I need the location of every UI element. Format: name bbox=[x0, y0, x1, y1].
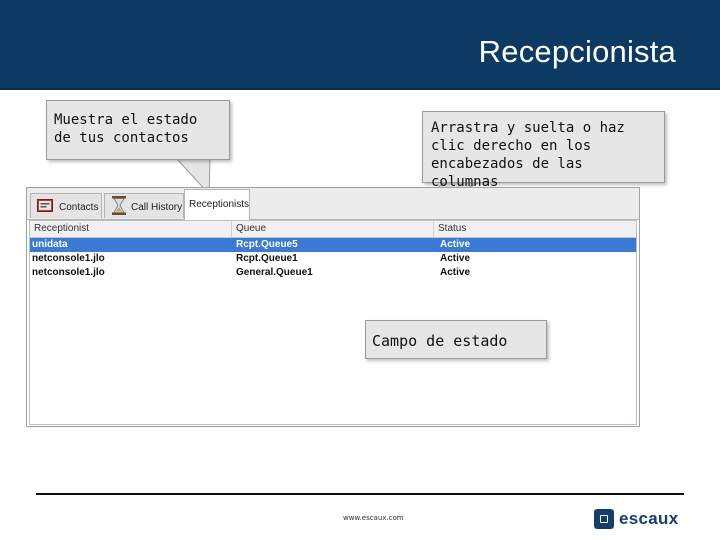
escaux-logo: escaux bbox=[594, 509, 686, 531]
footer-divider bbox=[36, 493, 684, 495]
column-header-queue[interactable]: Queue bbox=[232, 221, 434, 237]
cell-receptionist: netconsole1.jlo bbox=[32, 267, 105, 278]
cell-status: Active bbox=[440, 239, 471, 250]
escaux-logo-icon bbox=[594, 509, 614, 529]
callout-status-contacts: Muestra el estado de tus contactos bbox=[46, 100, 230, 160]
table-header: Receptionist Queue Status bbox=[30, 221, 636, 238]
column-header-status[interactable]: Status bbox=[434, 221, 636, 237]
cell-status: Active bbox=[440, 267, 471, 278]
slide-header: Recepcionista bbox=[0, 0, 720, 90]
tab-call-history-label: Call History bbox=[131, 202, 183, 213]
cell-queue: Rcpt.Queue1 bbox=[236, 253, 298, 264]
tab-bar: Contacts Call History Receptionists bbox=[27, 188, 639, 220]
footer-url: www.escaux.com bbox=[343, 514, 404, 522]
tab-contacts-label: Contacts bbox=[59, 202, 99, 213]
table-row[interactable]: netconsole1.jlo General.Queue1 Active bbox=[30, 266, 636, 280]
table-row[interactable]: unidata Rcpt.Queue5 Active bbox=[30, 238, 636, 252]
cell-queue: Rcpt.Queue5 bbox=[236, 239, 298, 250]
tab-call-history[interactable]: Call History bbox=[104, 193, 184, 218]
slide-title: Recepcionista bbox=[478, 34, 676, 69]
contacts-icon bbox=[37, 199, 53, 212]
hourglass-icon bbox=[112, 196, 126, 215]
cell-status: Active bbox=[440, 253, 471, 264]
table-row[interactable]: netconsole1.jlo Rcpt.Queue1 Active bbox=[30, 252, 636, 266]
receptionist-window: Contacts Call History Receptionists Rece… bbox=[26, 187, 640, 427]
cell-receptionist: unidata bbox=[32, 239, 68, 250]
escaux-logo-text: escaux bbox=[619, 509, 679, 528]
callout-status-field: Campo de estado bbox=[365, 320, 547, 359]
tab-receptionists-label: Receptionists bbox=[189, 199, 250, 210]
callout-drag-headers: Arrastra y suelta o haz clic derecho en … bbox=[422, 111, 665, 190]
tab-contacts[interactable]: Contacts bbox=[30, 193, 102, 218]
column-header-receptionist[interactable]: Receptionist bbox=[30, 221, 232, 237]
cell-receptionist: netconsole1.jlo bbox=[32, 253, 105, 264]
tab-receptionists[interactable]: Receptionists bbox=[184, 189, 250, 220]
cell-queue: General.Queue1 bbox=[236, 267, 313, 278]
